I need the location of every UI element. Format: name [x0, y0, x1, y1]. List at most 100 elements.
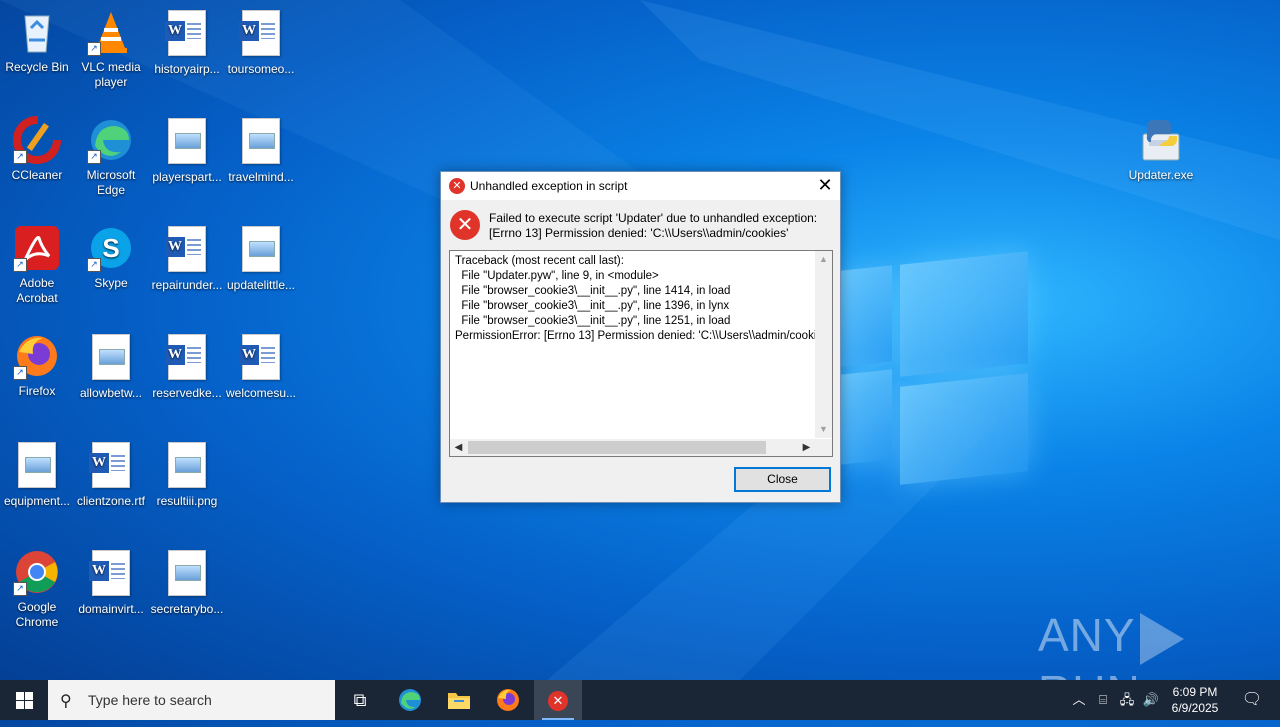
- notification-icon: 🗨: [1241, 691, 1263, 708]
- desktop-icon-label: equipment...: [3, 494, 71, 508]
- image-file-icon: [163, 442, 211, 490]
- action-center-button[interactable]: 🗨: [1232, 680, 1272, 720]
- taskbar-search-box[interactable]: ⚲ Type here to search: [48, 680, 335, 720]
- dialog-title: Unhandled exception in script: [470, 179, 628, 193]
- exception-dialog: ✕ Unhandled exception in script ✕ ✕ Fail…: [440, 171, 841, 503]
- traceback-text[interactable]: Traceback (most recent call last): File …: [450, 251, 815, 347]
- taskbar-file-explorer[interactable]: [435, 680, 483, 720]
- desktop-icon-microsoft-edge[interactable]: ↗ Microsoft Edge: [74, 116, 148, 198]
- tray-network[interactable]: 🖧: [1116, 680, 1138, 720]
- word-document-icon: W: [163, 226, 211, 274]
- scroll-left-icon[interactable]: ◀: [450, 439, 467, 456]
- taskbar-updater-error[interactable]: ✕: [534, 680, 582, 720]
- desktop-icon-label: Microsoft Edge: [86, 168, 136, 197]
- image-file-icon: [163, 118, 211, 166]
- taskbar-edge[interactable]: [386, 680, 434, 720]
- clock-time: 6:09 PM: [1172, 685, 1218, 699]
- scroll-up-icon[interactable]: ▲: [815, 251, 832, 268]
- tray-device[interactable]: ⌸: [1092, 680, 1114, 720]
- task-view-icon: ⧉: [353, 690, 367, 710]
- taskbar: ⚲ Type here to search ⧉ ✕ ︿ ⌸ 🖧 🔊 6:09 P…: [0, 680, 1280, 720]
- desktop-icon-clientzone[interactable]: W clientzone.rtf: [74, 440, 148, 509]
- chevron-up-icon: ︿: [1072, 692, 1086, 707]
- desktop-icon-label: welcomesu...: [225, 386, 297, 400]
- desktop-icon-allowbetw[interactable]: allowbetw...: [74, 332, 148, 401]
- windows-logo-wallpaper: [840, 240, 1030, 485]
- horizontal-scrollbar[interactable]: ◀ ▶: [450, 439, 815, 456]
- scrollbar-thumb[interactable]: [468, 441, 766, 454]
- desktop-icon-label: domainvirt...: [78, 602, 144, 616]
- edge-icon: [399, 689, 421, 711]
- error-message-line1: Failed to execute script 'Updater' due t…: [489, 211, 818, 225]
- image-file-icon: [237, 118, 285, 166]
- desktop-icon-label: allowbetw...: [79, 386, 143, 400]
- desktop-icon-label: Firefox: [18, 384, 56, 398]
- desktop-icon-label: reservedke...: [152, 386, 222, 400]
- desktop-icon-firefox[interactable]: ↗ Firefox: [0, 332, 74, 399]
- desktop-icon-label: CCleaner: [11, 168, 63, 182]
- desktop-icon-label: playerspart...: [152, 170, 222, 184]
- taskbar-clock[interactable]: 6:09 PM 6/9/2025: [1163, 684, 1227, 716]
- desktop-icon-label: resultiii.png: [156, 494, 218, 508]
- traceback-textbox[interactable]: Traceback (most recent call last): File …: [449, 250, 833, 457]
- dialog-titlebar[interactable]: ✕ Unhandled exception in script ✕: [441, 172, 840, 200]
- desktop-icon-skype[interactable]: S ↗ Skype: [74, 224, 148, 291]
- word-document-icon: W: [163, 334, 211, 382]
- watermark-left: ANY: [1038, 609, 1136, 661]
- python-executable-icon: [1137, 116, 1185, 164]
- firefox-icon: ↗: [13, 332, 61, 380]
- desktop-icon-google-chrome[interactable]: ↗ Google Chrome: [0, 548, 74, 630]
- desktop-icon-recycle-bin[interactable]: Recycle Bin: [0, 8, 74, 75]
- network-icon: 🖧: [1119, 692, 1135, 707]
- start-button[interactable]: [0, 680, 48, 720]
- desktop-icon-adobe-acrobat[interactable]: ↗ Adobe Acrobat: [0, 224, 74, 306]
- word-document-icon: W: [237, 334, 285, 382]
- desktop-icon-label: VLC media player: [81, 60, 141, 89]
- show-hidden-icons[interactable]: ︿: [1068, 680, 1090, 720]
- desktop-icon-vlc[interactable]: ↗ VLC media player: [74, 8, 148, 90]
- desktop-icon-welcomesu[interactable]: W welcomesu...: [224, 332, 298, 401]
- error-icon: ✕: [449, 178, 465, 194]
- shortcut-arrow-icon: ↗: [13, 366, 27, 380]
- close-button[interactable]: Close: [734, 467, 831, 492]
- image-file-icon: [237, 226, 285, 274]
- scrollbar-corner: [815, 439, 832, 456]
- shortcut-arrow-icon: ↗: [87, 42, 101, 56]
- desktop-icon-resultiii[interactable]: resultiii.png: [150, 440, 224, 509]
- skype-icon: S ↗: [87, 224, 135, 272]
- error-message-line2: [Errno 13] Permission denied: 'C:\\Users…: [489, 226, 789, 240]
- desktop-icon-travelmind[interactable]: travelmind...: [224, 116, 298, 185]
- search-icon: ⚲: [60, 693, 72, 710]
- adobe-acrobat-icon: ↗: [13, 224, 61, 272]
- task-view-button[interactable]: ⧉: [336, 680, 384, 720]
- desktop-icon-equipment[interactable]: equipment...: [0, 440, 74, 509]
- desktop-icon-historyairp[interactable]: W historyairp...: [150, 8, 224, 77]
- vertical-scrollbar[interactable]: ▲ ▼: [815, 251, 832, 438]
- desktop-icon-updatelittle[interactable]: updatelittle...: [224, 224, 298, 293]
- desktop-icon-ccleaner[interactable]: ↗ CCleaner: [0, 116, 74, 183]
- scroll-right-icon[interactable]: ▶: [798, 439, 815, 456]
- desktop-icon-label: updatelittle...: [226, 278, 296, 292]
- desktop-icon-toursomeo[interactable]: W toursomeo...: [224, 8, 298, 77]
- taskbar-firefox[interactable]: [484, 680, 532, 720]
- tray-volume[interactable]: 🔊: [1140, 680, 1162, 720]
- firefox-icon: [497, 689, 519, 711]
- desktop-icon-domainvirt[interactable]: W domainvirt...: [74, 548, 148, 617]
- word-document-icon: W: [87, 550, 135, 598]
- shortcut-arrow-icon: ↗: [13, 258, 27, 272]
- desktop-icon-label: Google Chrome: [15, 600, 59, 629]
- recycle-bin-icon: [13, 8, 61, 56]
- chrome-icon: ↗: [13, 548, 61, 596]
- edge-icon: ↗: [87, 116, 135, 164]
- shortcut-arrow-icon: ↗: [13, 150, 27, 164]
- desktop-icon-label: Updater.exe: [1128, 168, 1194, 182]
- desktop-icon-reservedke[interactable]: W reservedke...: [150, 332, 224, 401]
- desktop-icon-secretarybo[interactable]: secretarybo...: [150, 548, 224, 617]
- desktop-icon-playerspart[interactable]: playerspart...: [150, 116, 224, 185]
- word-document-icon: W: [163, 10, 211, 58]
- close-icon[interactable]: ✕: [810, 172, 840, 200]
- desktop-icon-repairunder[interactable]: W repairunder...: [150, 224, 224, 293]
- scroll-down-icon[interactable]: ▼: [815, 421, 832, 438]
- desktop-icon-label: clientzone.rtf: [76, 494, 146, 508]
- desktop-icon-updater-exe[interactable]: Updater.exe: [1124, 116, 1198, 183]
